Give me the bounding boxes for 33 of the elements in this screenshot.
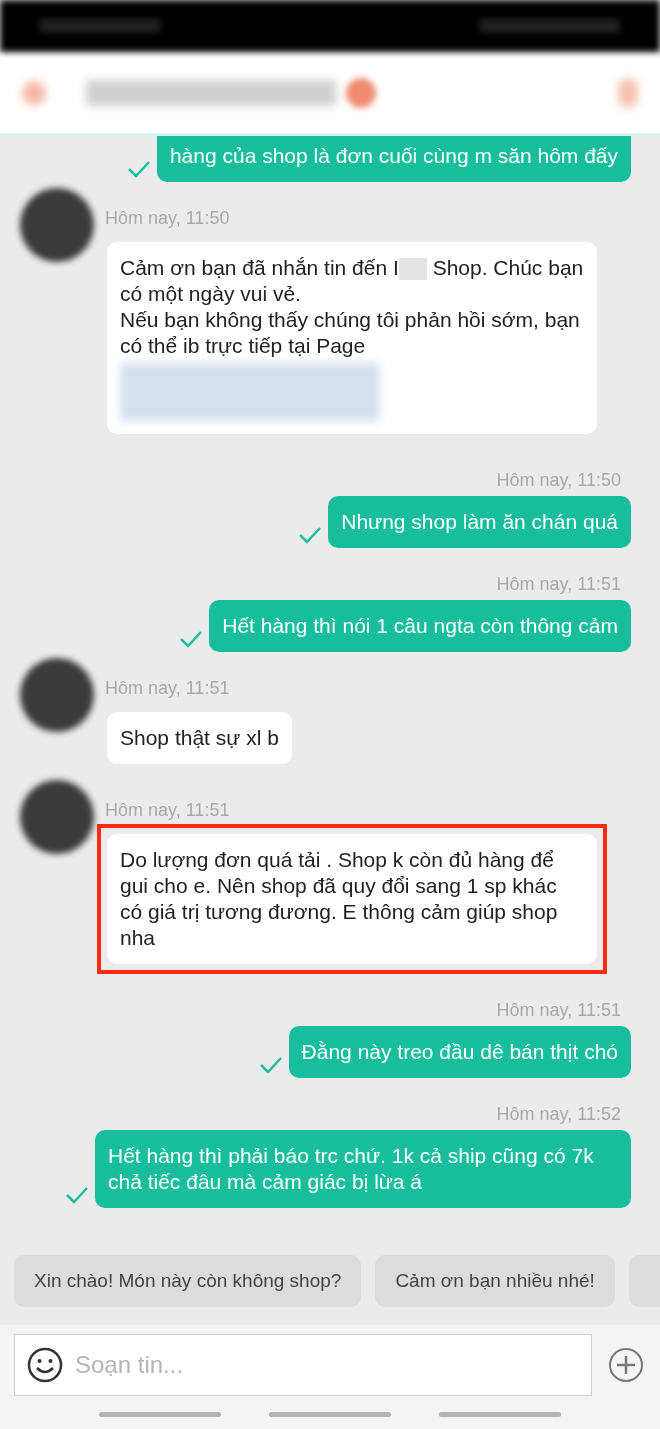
avatar[interactable] [20,780,94,854]
message-field[interactable]: Soạn tin... [14,1334,592,1396]
check-icon [298,526,323,544]
nav-handle[interactable] [99,1412,221,1417]
message-time: Hôm nay, 11:50 [496,469,621,492]
message-time: Hôm nay, 11:52 [496,1103,621,1126]
quick-reply-chip[interactable]: Xin chào! Món này còn không shop? [14,1255,362,1307]
nav-handle[interactable] [439,1412,561,1417]
avatar[interactable] [20,188,94,262]
outgoing-message: Hết hàng thì nói 1 câu ngta còn thông cảm [209,600,631,652]
message-time: Hôm nay, 11:51 [105,799,230,822]
outgoing-message: Đằng này treo đầu dê bán thịt chó [288,1026,631,1078]
outgoing-message: Hết hàng thì phải báo trc chứ. 1k cả ship cũng có 7k chả tiếc đâu mà cảm giác bị lừa á [95,1130,631,1208]
plus-icon[interactable] [608,1347,644,1383]
incoming-message: Cảm ơn bạn đã nhắn tin đến I Shop. Chúc bạn có một ngày vui vẻ. Nếu bạn không thấy chúng tôi phản hồi sớm, bạn có thể ib trực tiếp tại Page [107,242,597,434]
incoming-message: Shop thật sự xl b [107,712,292,764]
check-icon [258,1056,283,1074]
avatar[interactable] [20,658,94,732]
incoming-message: Do lượng đơn quá tải . Shop k còn đủ hàng để gui cho e. Nên shop đã quy đổi sang 1 sp khác có giá trị tương đương. E thông cảm giúp shop nha [107,834,597,964]
message-time: Hôm nay, 11:51 [105,677,230,700]
nav-handle[interactable] [269,1412,391,1417]
message-time: Hôm nay, 11:51 [496,999,621,1022]
emoji-icon[interactable] [27,1347,63,1383]
quick-reply-chip[interactable]: Cảm ơn bạn nhiều nhé! [375,1255,615,1307]
redaction [398,258,427,281]
check-icon [179,630,204,648]
message-time: Hôm nay, 11:51 [496,573,621,596]
message-time: Hôm nay, 11:50 [105,207,230,230]
outgoing-message: hàng của shop là đơn cuối cùng m săn hôm đấy [156,136,631,182]
back-icon[interactable] [22,80,46,105]
outgoing-message: Nhưng shop làm ăn chán quá [328,496,631,548]
check-icon [65,1186,89,1204]
check-icon [126,160,151,178]
